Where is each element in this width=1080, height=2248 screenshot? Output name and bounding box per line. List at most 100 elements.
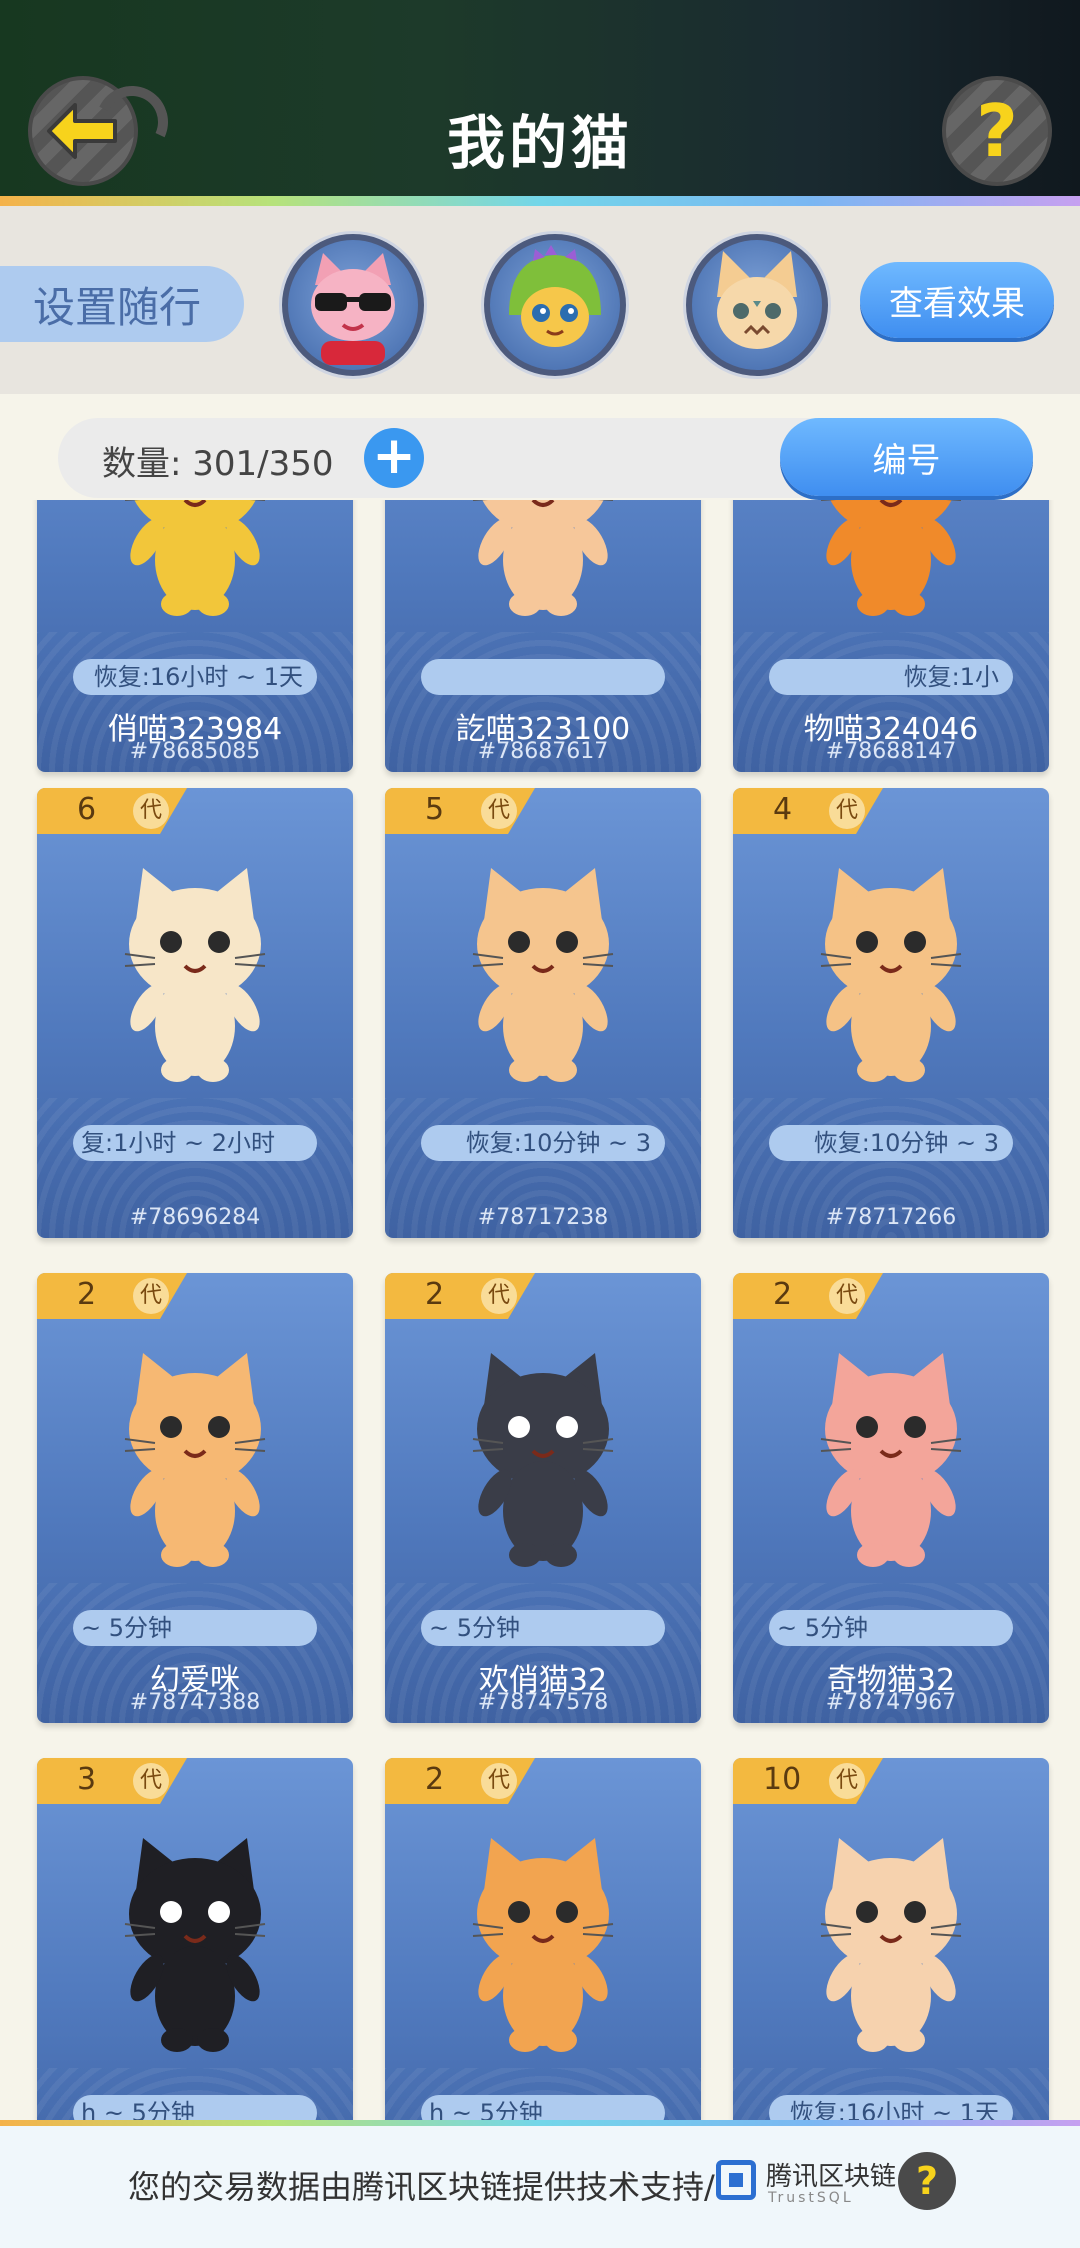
cat-id: #78717238 [477,1205,609,1230]
generation-badge: 6代 [37,788,187,834]
generation-badge: 4代 [733,788,883,834]
recovery-time [421,659,665,695]
cat-figure-icon [821,500,961,616]
cat-figure-icon [125,500,265,616]
generation-label: 代 [481,1763,517,1799]
generation-label: 代 [829,1763,865,1799]
generation-number: 2 [77,1277,97,1312]
generation-label: 代 [829,793,865,829]
question-icon: ? [976,89,1018,173]
recovery-time: 恢复:10分钟 ~ 3 [769,1125,1013,1161]
generation-badge: 2代 [385,1758,535,1804]
cat-id: #78696284 [129,1205,261,1230]
cat-count: 数量: 301/350 [102,444,334,484]
beige-cat-avatar-icon [717,251,797,349]
blockchain-notice: 您的交易数据由腾讯区块链提供技术支持/ [128,2168,715,2206]
companion-avatar-1[interactable] [282,234,424,376]
generation-badge: 2代 [37,1273,187,1319]
generation-badge: 5代 [385,788,535,834]
cat-figure-icon [124,1353,266,1567]
cat-figure-icon [820,868,962,1082]
footer-brand: 腾讯区块链 [766,2162,897,2192]
cat-card[interactable]: 5 代恢复:10分钟 ~ 3 #78717238 [385,788,701,1238]
generation-number: 3 [77,1762,97,1797]
cat-card[interactable]: 恢复:16小时 ~ 1天 俏喵323984 #78685085 [37,500,353,772]
recovery-time: ~ 5分钟 [769,1610,1013,1646]
cat-card[interactable]: 2 代 ~ 5分钟 幻爱咪 #78747388 [37,1273,353,1723]
cat-id: #78717266 [825,1205,957,1230]
page-title: 我的猫 [446,109,633,177]
cat-card[interactable]: 4 代恢复:10分钟 ~ 3 #78717266 [733,788,1049,1238]
generation-badge: 2代 [733,1273,883,1319]
generation-label: 代 [133,1763,169,1799]
cat-card[interactable]: 訖喵323100 #78687617 [385,500,701,772]
companion-avatar-2[interactable] [484,234,626,376]
generation-badge: 3代 [37,1758,187,1804]
add-capacity-button[interactable]: + [364,428,424,488]
generation-number: 10 [763,1762,802,1797]
cat-card[interactable]: 2代h ~ 5分钟 [385,1758,701,2120]
cat-id: #78688147 [825,739,957,764]
generation-number: 6 [77,792,97,827]
pink-cat-avatar-icon [311,253,395,365]
generation-number: 2 [425,1277,445,1312]
generation-label: 代 [481,793,517,829]
cat-figure-icon [820,1353,962,1567]
recovery-time: h ~ 5分钟 [421,2095,665,2120]
generation-badge: 10 代 [733,1758,883,1804]
recovery-time: 复:1小时 ~ 2小时 [73,1125,317,1161]
tencent-blockchain-logo-icon [716,2160,756,2200]
footer-help-button[interactable]: ? [898,2152,956,2210]
footer-brand-sub: TrustSQL [768,2190,854,2206]
set-follow-button[interactable]: 设置随行 [0,266,244,342]
count-bar: 数量: 301/350 + 编号 [58,418,1033,498]
companion-bar: 设置随行 查看效果 [0,206,1080,394]
cat-figure-icon [472,1838,614,2052]
sort-by-id-button[interactable]: 编号 [780,418,1033,496]
cat-card[interactable]: 2 代 ~ 5分钟 欢俏猫32 #78747578 [385,1273,701,1723]
recovery-time: 恢复:1小 [769,659,1013,695]
generation-label: 代 [481,1278,517,1314]
cat-card[interactable]: 2 代 ~ 5分钟 奇物猫32 #78747967 [733,1273,1049,1723]
cat-card[interactable]: 10 代恢复:16小时 ~ 1天 [733,1758,1049,2120]
cat-id: #78687617 [477,739,609,764]
recovery-time: 恢复:10分钟 ~ 3 [421,1125,665,1161]
question-icon: ? [915,2159,939,2203]
cat-id: #78685085 [129,739,261,764]
generation-label: 代 [829,1278,865,1314]
cat-card[interactable]: 恢复:1小 物喵324046 #78688147 [733,500,1049,772]
dino-hood-cat-avatar-icon [509,245,601,347]
cat-figure-icon [472,868,614,1082]
cat-id: #78747388 [129,1690,261,1715]
help-button[interactable]: ? [942,76,1052,186]
cat-grid[interactable]: 恢复:16小时 ~ 1天 俏喵323984 #78685085 訖喵323100 #78… [0,500,1080,2120]
cat-figure-icon [473,500,613,616]
cat-id: #78747967 [825,1690,957,1715]
cat-figure-icon [124,868,266,1082]
footer-divider [0,2120,1080,2126]
footer: 您的交易数据由腾讯区块链提供技术支持/ 腾讯区块链 TrustSQL ? [0,2120,1080,2248]
top-bar: 我的猫 ? [0,0,1080,200]
companion-avatar-3[interactable] [686,234,828,376]
generation-label: 代 [133,1278,169,1314]
cat-card[interactable]: 6 代复:1小时 ~ 2小时 #78696284 [37,788,353,1238]
recovery-time: h ~ 5分钟 [73,2095,317,2120]
generation-number: 2 [425,1762,445,1797]
cat-figure-icon [124,1838,266,2052]
view-effect-button[interactable]: 查看效果 [860,262,1054,338]
generation-number: 4 [773,792,793,827]
recovery-time: ~ 5分钟 [73,1610,317,1646]
cat-id: #78747578 [477,1690,609,1715]
generation-number: 5 [425,792,445,827]
cat-figure-icon [472,1353,614,1567]
generation-badge: 2代 [385,1273,535,1319]
header-divider [0,196,1080,206]
generation-label: 代 [133,793,169,829]
plus-icon: + [372,426,416,486]
generation-number: 2 [773,1277,793,1312]
cat-card[interactable]: 3代h ~ 5分钟 [37,1758,353,2120]
recovery-time: 恢复:16小时 ~ 1天 [769,2095,1013,2120]
recovery-time: 恢复:16小时 ~ 1天 [73,659,317,695]
recovery-time: ~ 5分钟 [421,1610,665,1646]
cat-figure-icon [820,1838,962,2052]
